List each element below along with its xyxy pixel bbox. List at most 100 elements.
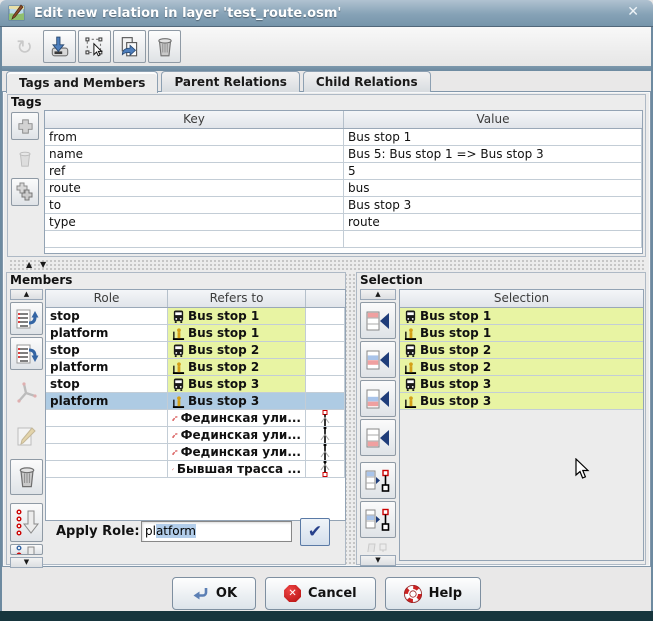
selection-row[interactable]: Bus stop 1 — [400, 308, 643, 325]
add-selection-after-button[interactable] — [360, 380, 396, 417]
platform-icon — [404, 327, 417, 340]
member-row[interactable]: Фединская ули... — [46, 444, 345, 461]
unlink-icon — [14, 380, 40, 406]
selection-cell: Bus stop 1 — [400, 308, 643, 325]
members-table: Role Refers to stop Bus stop 1 platform … — [45, 289, 346, 521]
scroll-down-icon: ▼ — [375, 557, 380, 564]
download-members-button[interactable] — [360, 540, 396, 553]
selection-cell: Bus stop 2 — [400, 342, 643, 359]
vertical-splitter[interactable] — [346, 272, 356, 565]
move-member-down-button[interactable] — [10, 337, 43, 370]
select-members-from-selection-button[interactable] — [360, 462, 396, 499]
paste-tags-button[interactable] — [11, 178, 39, 206]
member-row-selected[interactable]: platform Bus stop 3 — [46, 393, 345, 410]
tag-row[interactable]: to Bus stop 3 — [45, 197, 642, 214]
horizontal-splitter[interactable]: ▲ ▼ — [8, 259, 645, 270]
delete-relation-button[interactable] — [148, 30, 181, 63]
ok-button[interactable]: OK — [172, 577, 256, 610]
selection-column-header[interactable]: Selection — [400, 290, 643, 307]
member-row[interactable]: Фединская ули... — [46, 427, 345, 444]
tag-row[interactable]: name Bus 5: Bus stop 1 => Bus stop 3 — [45, 146, 642, 163]
key-column-header[interactable]: Key — [45, 111, 344, 128]
apply-role-button[interactable]: ✔ — [300, 518, 330, 546]
selection-cell: Bus stop 2 — [400, 359, 643, 376]
add-selection-at-start-button[interactable] — [360, 302, 396, 339]
member-refers-label: Bus stop 3 — [188, 376, 259, 392]
member-refers-label: Фединская ули... — [181, 444, 301, 460]
tab-parent-relations[interactable]: Parent Relations — [161, 71, 299, 92]
tag-row[interactable]: from Bus stop 1 — [45, 129, 642, 146]
tag-row[interactable]: route bus — [45, 180, 642, 197]
close-icon[interactable]: ✕ — [627, 4, 639, 20]
move-up-icon — [15, 307, 39, 331]
help-button[interactable]: Help — [385, 577, 481, 610]
tab-child-relations[interactable]: Child Relations — [303, 71, 431, 92]
member-row[interactable]: Фединская ули... — [46, 410, 345, 427]
tag-value: route — [344, 214, 642, 231]
selection-rectangle-icon — [84, 36, 106, 58]
selection-row[interactable]: Bus stop 3 — [400, 376, 643, 393]
refers-to-column-header[interactable]: Refers to — [168, 290, 306, 307]
add-selection-before-button[interactable] — [360, 341, 396, 378]
link-column-header[interactable] — [306, 290, 345, 307]
selection-label: Bus stop 2 — [420, 342, 491, 358]
member-link-cell — [306, 410, 345, 427]
sort-members-button[interactable] — [10, 503, 43, 542]
member-refers: Фединская ули... — [168, 444, 306, 461]
tag-value: 5 — [344, 163, 642, 180]
cancel-label: Cancel — [308, 586, 357, 601]
deselect-members-button[interactable] — [360, 501, 396, 538]
duplicate-relation-button[interactable] — [113, 30, 146, 63]
member-row[interactable]: stop Bus stop 3 — [46, 376, 345, 393]
member-refers: Bus stop 2 — [168, 359, 306, 376]
value-column-header[interactable]: Value — [344, 111, 642, 128]
delete-tag-button[interactable] — [11, 145, 39, 173]
move-member-up-button[interactable] — [10, 302, 43, 335]
member-link-cell — [306, 308, 345, 325]
member-row[interactable]: platform Bus stop 1 — [46, 325, 345, 342]
tab-tags-and-members[interactable]: Tags and Members — [6, 71, 158, 93]
selection-row[interactable]: Bus stop 2 — [400, 342, 643, 359]
member-row[interactable]: platform Bus stop 2 — [46, 359, 345, 376]
member-row[interactable]: stop Bus stop 1 — [46, 308, 345, 325]
apply-role-input[interactable]: platform — [141, 521, 292, 542]
selection-caption: Selection — [360, 273, 423, 287]
refresh-icon: ↻ — [16, 37, 33, 57]
members-scroll-down-button[interactable]: ▼ — [10, 557, 43, 568]
toolbar: ↻ — [2, 27, 651, 66]
edit-member-button[interactable] — [10, 419, 43, 455]
selection-row[interactable]: Bus stop 2 — [400, 359, 643, 376]
member-refers: Фединская ули... — [168, 427, 306, 444]
splitter-collapse-up-icon[interactable]: ▲ — [26, 259, 32, 270]
tag-row-empty[interactable] — [45, 231, 642, 248]
tag-row[interactable]: ref 5 — [45, 163, 642, 180]
member-refers-label: Бывшая трасса ... — [177, 461, 301, 477]
add-at-end-icon — [365, 427, 391, 449]
scroll-up-icon: ▲ — [375, 291, 380, 298]
tag-key: to — [45, 197, 344, 214]
tag-row[interactable]: type route — [45, 214, 642, 231]
apply-changes-button[interactable] — [43, 30, 76, 63]
remove-member-button[interactable] — [10, 375, 43, 411]
refresh-button[interactable]: ↻ — [8, 30, 41, 63]
members-scroll-up-button[interactable]: ▲ — [10, 289, 43, 300]
member-refers: Bus stop 1 — [168, 308, 306, 325]
add-tag-button[interactable] — [11, 112, 39, 140]
apply-role-label: Apply Role: — [56, 524, 140, 539]
member-row[interactable]: Бывшая трасса ... — [46, 461, 345, 478]
add-selection-at-end-button[interactable] — [360, 419, 396, 456]
selection-scroll-down-button[interactable]: ▼ — [360, 555, 396, 566]
selection-table: Selection Bus stop 1 Bus stop 1 Bus stop… — [399, 289, 644, 561]
sort-below-button[interactable] — [10, 544, 43, 555]
member-row[interactable]: stop Bus stop 2 — [46, 342, 345, 359]
role-column-header[interactable]: Role — [46, 290, 168, 307]
splitter-collapse-down-icon[interactable]: ▼ — [40, 259, 46, 270]
cancel-button[interactable]: ✕ Cancel — [265, 577, 376, 610]
delete-member-button[interactable] — [10, 459, 43, 495]
selection-scroll-up-button[interactable]: ▲ — [360, 289, 396, 300]
platform-icon — [172, 395, 185, 408]
selection-row[interactable]: Bus stop 3 — [400, 393, 643, 410]
title-bar[interactable]: Edit new relation in layer 'test_route.o… — [0, 0, 653, 27]
selection-row[interactable]: Bus stop 1 — [400, 325, 643, 342]
select-members-button[interactable] — [78, 30, 111, 63]
